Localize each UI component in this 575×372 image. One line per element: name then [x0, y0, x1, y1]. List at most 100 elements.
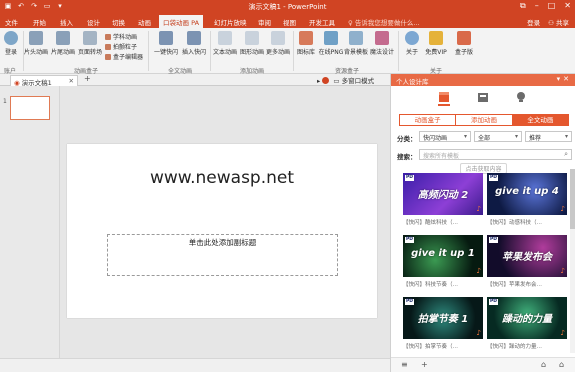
template-card[interactable]: PD 苹果发布会 ♪ 【快闪】苹果发布会… [487, 235, 567, 289]
tab-add-animation[interactable]: 添加动画 [456, 114, 513, 126]
tab-view[interactable]: 视图 [283, 17, 296, 27]
tab-transitions[interactable]: 切换 [112, 17, 125, 27]
login-button[interactable]: 登录 [0, 31, 24, 56]
box-edition-label: 盒子版 [454, 49, 473, 56]
lightbulb-category-icon[interactable] [515, 91, 527, 103]
slide-thumbnail[interactable] [10, 96, 50, 120]
slide-thumbnail-pane: 1 [0, 86, 60, 358]
tab-review[interactable]: 审阅 [258, 17, 271, 27]
template-card[interactable]: PD 高频闪动 2 ♪ 【快闪】酷炫科技（… [403, 173, 483, 227]
download-category-icon[interactable] [477, 91, 489, 103]
intro-animation-label: 片头动画 [23, 49, 48, 56]
panel-tabs: 动画盒子 添加动画 全文动画 [399, 114, 569, 126]
crown-icon [429, 31, 443, 45]
filter-row: 分类： 快闪动画 ▾ 全部 ▾ 推荐 ▾ [397, 131, 572, 143]
template-card[interactable]: PD give it up 1 ♪ 【快闪】科技节奏（… [403, 235, 483, 289]
minimize-icon[interactable]: – [535, 1, 539, 11]
subtitle-placeholder[interactable]: 单击此处添加副标题 [107, 234, 338, 276]
template-caption: 【快闪】拍掌节奏（… [403, 344, 459, 350]
music-note-icon: ♪ [476, 205, 481, 213]
music-note-icon: ♪ [560, 205, 565, 213]
slide[interactable]: www.newasp.net 单击此处添加副标题 [67, 144, 377, 318]
about-button[interactable]: 关于 [399, 31, 425, 56]
outro-animation-button[interactable]: 片尾动画 [50, 31, 76, 56]
graduation-icon[interactable]: ⌂ [541, 360, 546, 369]
sort-dropdown[interactable]: 推荐 ▾ [525, 131, 572, 142]
template-caption: 【快闪】动感科技（… [487, 220, 543, 226]
tab-insert[interactable]: 插入 [60, 17, 73, 27]
thumbnail-number: 1 [3, 98, 7, 105]
icon-library-button[interactable]: 图标库 [293, 31, 319, 56]
tab-design[interactable]: 设计 [87, 17, 100, 27]
category-dropdown[interactable]: 快闪动画 ▾ [419, 131, 471, 142]
one-click-flash-button[interactable]: 一键快闪 [153, 31, 179, 56]
template-logo: PD [405, 175, 414, 181]
title-bar: ▣ ↶ ↷ ▭ ▾ 演示文稿1 - PowerPoint ⧉ – □ ✕ [0, 0, 575, 14]
ribbon-tabs: 文件 开始 插入 设计 切换 动画 口袋动画 PA 幻灯片放映 审阅 视图 开发… [0, 14, 575, 28]
multi-window-toggle[interactable]: ▸ ▭ 多窗口模式 [317, 75, 374, 85]
transition-icon [83, 31, 97, 45]
search-icon[interactable]: ⌕ [564, 150, 568, 159]
box-edition-button[interactable]: 盒子版 [451, 31, 477, 56]
box-category-icon[interactable] [438, 91, 450, 106]
intro-animation-button[interactable]: 片头动画 [23, 31, 49, 56]
tab-full-animation[interactable]: 全文动画 [512, 114, 569, 126]
scope-dropdown[interactable]: 全部 ▾ [474, 131, 522, 142]
login-link[interactable]: 登录 [527, 17, 540, 27]
insert-flash-button[interactable]: 插入快闪 [181, 31, 207, 56]
online-png-button[interactable]: 在线PNG [318, 31, 344, 56]
text-animation-button[interactable]: 文本动画 [212, 31, 238, 56]
magic-design-button[interactable]: 魔法设计 [369, 31, 395, 56]
tab-animations[interactable]: 动画 [138, 17, 151, 27]
document-tab[interactable]: ◉ 演示文稿1 ✕ [10, 75, 78, 87]
more-animation-button[interactable]: 更多动画 [265, 31, 291, 56]
close-tab-icon[interactable]: ✕ [69, 77, 74, 85]
tab-file[interactable]: 文件 [5, 17, 18, 27]
tab-slideshow[interactable]: 幻灯片放映 [214, 17, 247, 27]
box-editor-button[interactable]: 盒子编辑器 [105, 52, 143, 61]
slide-title[interactable]: www.newasp.net [67, 168, 377, 188]
search-placeholder: 搜索所有模板 [423, 153, 460, 160]
template-card[interactable]: PD give it up 4 ♪ 【快闪】动感科技（… [487, 173, 567, 227]
search-input[interactable]: 搜索所有模板 ⌕ [419, 149, 572, 160]
add-icon[interactable]: + [421, 360, 428, 369]
subject-animation-button[interactable]: 学科动画 [105, 32, 137, 41]
panel-scrollbar-thumb[interactable] [570, 169, 575, 229]
login-button-label: 登录 [4, 49, 17, 56]
template-thumbnail: PD 拍掌节奏 1 ♪ [403, 297, 483, 339]
shape-animation-button[interactable]: 图形动画 [239, 31, 265, 56]
share-button[interactable]: ⚇ 共享 [548, 17, 569, 27]
menu-icon[interactable]: ≡ [401, 360, 408, 369]
text-icon [218, 31, 232, 45]
page-transition-button[interactable]: 页面转场 [77, 31, 103, 56]
more-animation-label: 更多动画 [265, 49, 290, 56]
close-icon[interactable]: ✕ [564, 1, 571, 11]
background-template-button[interactable]: 背景模板 [343, 31, 369, 56]
template-card[interactable]: PD 拍掌节奏 1 ♪ 【快闪】拍掌节奏（… [403, 297, 483, 351]
restore-icon[interactable]: ⧉ [520, 1, 526, 11]
tell-me-search[interactable]: ♀ 告诉我您想要做什么... [348, 17, 420, 27]
panel-close-icon[interactable]: ✕ [563, 75, 572, 83]
add-tab-button[interactable]: + [84, 74, 91, 83]
tab-animation-box[interactable]: 动画盒子 [399, 114, 457, 126]
insert-flash-label: 插入快闪 [181, 49, 206, 56]
subject-animation-label: 学科动画 [113, 34, 138, 41]
design-library-panel: 个人设计库 ▾✕ 动画盒子 添加动画 全文动画 分类： 快闪动画 ▾ 全部 ▾ 推荐… [390, 74, 575, 372]
icon-library-icon [299, 31, 313, 45]
particle-button[interactable]: 拍颤粒子 [105, 42, 137, 51]
window-controls: ⧉ – □ ✕ [520, 1, 571, 11]
user-icon [4, 31, 18, 45]
tab-pocket-animation[interactable]: 口袋动画 PA [159, 15, 204, 28]
maximize-icon[interactable]: □ [548, 1, 556, 11]
box-icon [457, 31, 471, 45]
template-title: 高频闪动 2 [417, 190, 469, 201]
template-card[interactable]: PD 躁动的力量 ♪ 【快闪】躁动的力量… [487, 297, 567, 351]
tab-home[interactable]: 开始 [33, 17, 46, 27]
group-separator [210, 31, 211, 71]
document-tab-strip: ◉ 演示文稿1 ✕ + ▸ ▭ 多窗口模式 [0, 74, 390, 87]
tab-developer[interactable]: 开发工具 [309, 17, 335, 27]
home-icon[interactable]: ⌂ [559, 360, 564, 369]
scope-dropdown-value: 全部 [478, 135, 491, 142]
free-vip-button[interactable]: 免费VIP [423, 31, 449, 56]
panel-scrollbar[interactable] [570, 169, 575, 353]
